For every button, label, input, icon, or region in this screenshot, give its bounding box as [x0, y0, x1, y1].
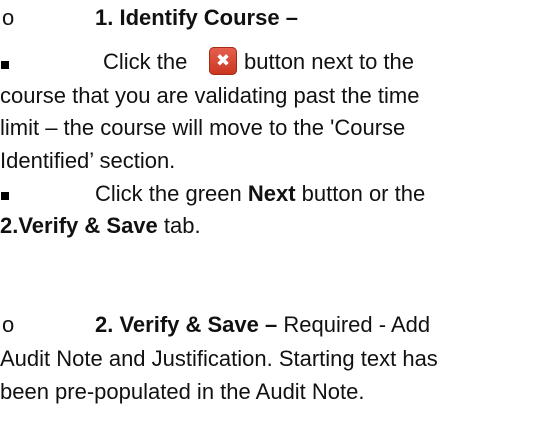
- step2-line1: Click the green Next button or the: [0, 179, 551, 209]
- step1-line4: Identified’ section.: [0, 148, 176, 173]
- step2-text-after: button or the: [295, 181, 426, 206]
- step1-line3: limit – the course will move to the 'Cou…: [0, 115, 406, 140]
- section2-heading: 2. Verify & Save –: [95, 312, 278, 337]
- section2-text1: Required - Add: [277, 312, 431, 337]
- step2-text: Click the green Next button or the: [95, 179, 425, 209]
- square-bullet: [1, 192, 9, 200]
- step1-line2: course that you are validating past the …: [0, 83, 420, 108]
- section2-heading-line: o 2. Verify & Save – Required - Add: [0, 310, 551, 340]
- step2-text-before: Click the green: [95, 181, 248, 206]
- verify-save-label: 2.Verify & Save: [0, 213, 158, 238]
- next-label: Next: [247, 181, 296, 206]
- section1-heading: 1. Identify Course –: [95, 5, 298, 30]
- step1-text-after: button next to the: [244, 49, 415, 74]
- section2-line3: been pre-populated in the Audit Note.: [0, 379, 365, 404]
- section2-heading-text: 2. Verify & Save – Required - Add: [95, 310, 430, 340]
- step2-tail: tab.: [157, 213, 201, 238]
- square-bullet: [1, 61, 9, 69]
- circle-bullet: o: [2, 312, 15, 337]
- x-icon: ✖: [209, 47, 237, 75]
- step1-text-before: Click the: [103, 49, 188, 74]
- circle-bullet: o: [2, 5, 15, 30]
- step1-line1: Click the ✖ button next to the: [0, 43, 551, 79]
- step2-line2: 2.Verify & Save tab.: [0, 211, 201, 241]
- section2-line2: Audit Note and Justification. Starting t…: [0, 346, 438, 371]
